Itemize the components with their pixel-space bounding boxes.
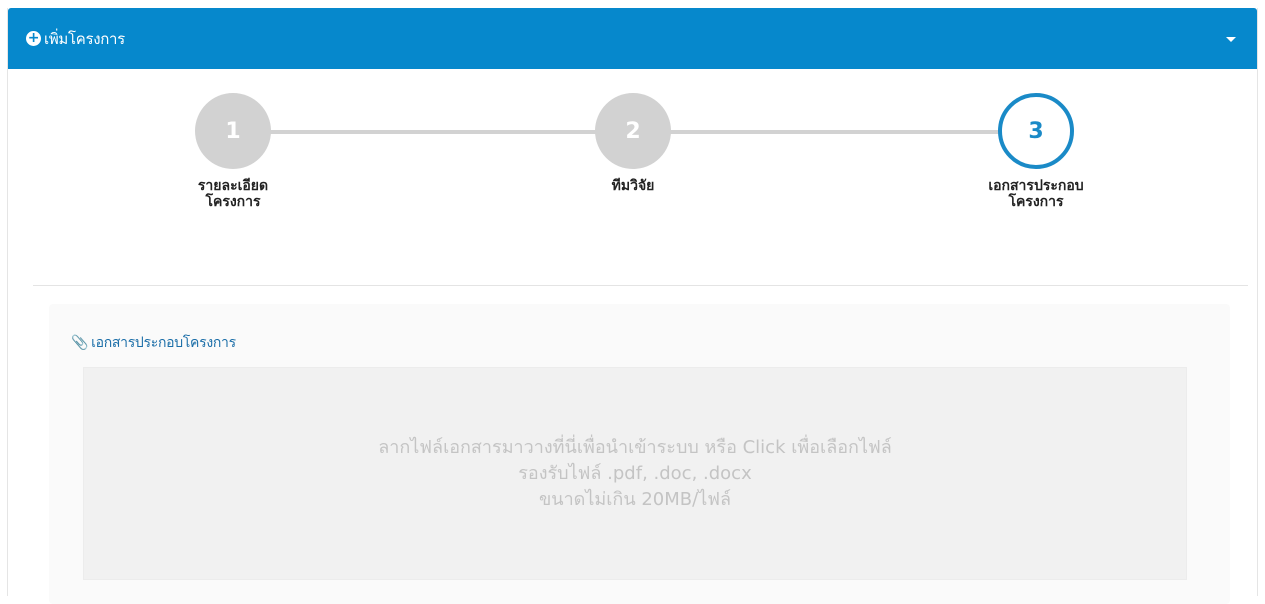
- wizard-step-3[interactable]: 3 เอกสารประกอบ โครงการ: [961, 93, 1111, 210]
- documents-heading: 📎 เอกสารประกอบโครงการ: [71, 332, 236, 354]
- dropzone-instruction: ลากไฟล์เอกสารมาวางที่นี่เพื่อนำเข้าระบบ …: [378, 436, 892, 458]
- section-divider: [33, 285, 1248, 286]
- dropzone-size-limit: ขนาดไม่เกิน 20MB/ไฟล์: [538, 488, 732, 510]
- documents-section: 📎 เอกสารประกอบโครงการ ลากไฟล์เอกสารมาวาง…: [49, 304, 1230, 604]
- step-number-2[interactable]: 2: [595, 93, 671, 169]
- panel-header: + เพิ่มโครงการ: [8, 8, 1257, 69]
- wizard-step-1[interactable]: 1 รายละเอียด โครงการ: [158, 93, 308, 210]
- add-project-panel: + เพิ่มโครงการ 1 รายละเอียด โครงการ 2 ที…: [7, 8, 1258, 604]
- step-number-1[interactable]: 1: [195, 93, 271, 169]
- wizard-connector-1-2: [269, 130, 599, 134]
- wizard-connector-2-3: [667, 130, 1001, 134]
- dropzone-formats: รองรับไฟล์ .pdf, .doc, .docx: [518, 462, 752, 484]
- plus-circle-icon: +: [26, 30, 41, 46]
- paperclip-icon: 📎: [71, 335, 89, 351]
- step-number-3[interactable]: 3: [998, 93, 1074, 169]
- panel-title: + เพิ่มโครงการ: [26, 8, 125, 69]
- documents-heading-text: เอกสารประกอบโครงการ: [91, 335, 236, 351]
- wizard-step-2[interactable]: 2 ทีมวิจัย: [558, 93, 708, 194]
- step-label-3: เอกสารประกอบ โครงการ: [988, 178, 1084, 210]
- panel-title-text: เพิ่มโครงการ: [44, 29, 125, 48]
- step-label-1: รายละเอียด โครงการ: [197, 178, 269, 210]
- file-dropzone[interactable]: ลากไฟล์เอกสารมาวางที่นี่เพื่อนำเข้าระบบ …: [83, 367, 1187, 580]
- step-label-2: ทีมวิจัย: [611, 178, 655, 194]
- caret-down-icon[interactable]: [1226, 37, 1236, 42]
